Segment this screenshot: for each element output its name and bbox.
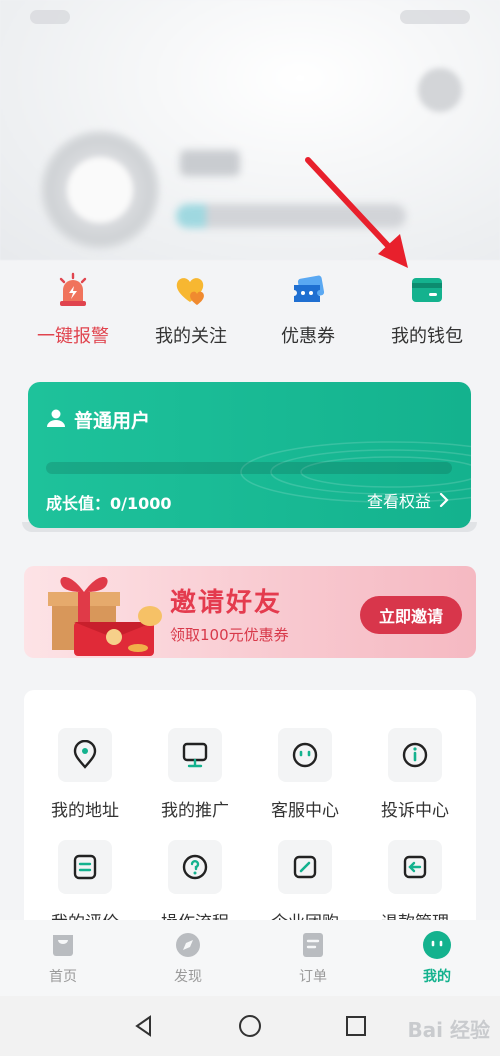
back-icon[interactable] — [132, 1014, 156, 1038]
heart-icon — [176, 278, 204, 305]
status-indicators-blur — [400, 10, 470, 24]
growth-progress-bar — [46, 462, 452, 474]
review-icon — [73, 854, 97, 880]
quick-coupon[interactable]: 优惠券 — [248, 272, 368, 348]
service-customer[interactable]: 客服中心 — [250, 728, 360, 821]
user-icon — [47, 409, 65, 427]
invite-now-button[interactable]: 立即邀请 — [360, 596, 462, 634]
view-rights-link[interactable]: 查看权益 — [367, 488, 449, 512]
quick-wallet-label: 我的钱包 — [391, 326, 463, 347]
quick-alarm-label: 一键报警 — [37, 326, 109, 347]
growth-value: 成长值：0/1000 — [46, 494, 172, 513]
bottom-nav: 首页 发现 订单 我的 — [0, 920, 500, 996]
nav-home-label: 首页 — [49, 969, 77, 985]
nav-mine-label: 我的 — [423, 969, 451, 985]
home-circle-icon[interactable] — [238, 1014, 262, 1038]
recents-icon[interactable] — [344, 1014, 368, 1038]
invite-banner[interactable]: 邀请好友 领取100元优惠券 立即邀请 — [24, 566, 476, 658]
location-icon — [73, 740, 97, 769]
service-icon — [292, 742, 318, 768]
discover-icon — [176, 933, 200, 957]
service-address[interactable]: 我的地址 — [30, 728, 140, 821]
chevron-right-icon — [439, 493, 449, 507]
view-rights-label: 查看权益 — [366, 492, 431, 511]
refund-icon — [403, 855, 427, 879]
service-complaint-label: 投诉中心 — [381, 801, 449, 821]
info-icon — [402, 742, 428, 768]
invite-title: 邀请好友 — [170, 588, 283, 618]
watermark: Bai 经验 — [407, 1018, 490, 1042]
service-promotion[interactable]: 我的推广 — [140, 728, 250, 821]
quick-follow-label: 我的关注 — [155, 326, 227, 347]
quick-alarm[interactable]: 一键报警 — [13, 272, 133, 348]
quick-coupon-label: 优惠券 — [281, 326, 335, 347]
member-level-title: 普通用户 — [74, 410, 151, 432]
nav-discover[interactable]: 发现 — [138, 930, 238, 986]
service-address-label: 我的地址 — [51, 801, 119, 821]
settings-icon[interactable] — [418, 68, 462, 112]
quick-follow[interactable]: 我的关注 — [131, 272, 251, 348]
monitor-icon — [182, 742, 208, 768]
invite-subtitle: 领取100元优惠券 — [170, 626, 289, 644]
service-complaint[interactable]: 投诉中心 — [360, 728, 470, 821]
order-icon — [303, 933, 323, 957]
status-bar — [0, 0, 500, 40]
question-icon — [182, 854, 208, 880]
nav-orders-label: 订单 — [299, 969, 327, 985]
quick-actions: 一键报警 我的关注 优惠券 我的钱包 — [0, 272, 500, 352]
quick-wallet[interactable]: 我的钱包 — [367, 272, 487, 348]
mine-icon — [423, 931, 451, 959]
avatar[interactable] — [40, 130, 160, 250]
services-panel: 我的地址 我的推广 客服中心 投诉中心 我的评价 操作流程 企业团购 退款管理 — [24, 690, 476, 950]
status-time-blur — [30, 10, 70, 24]
username-blur — [180, 150, 240, 176]
annotation-arrow-icon — [305, 157, 408, 268]
gift-icon — [48, 577, 162, 656]
nav-mine[interactable]: 我的 — [387, 930, 487, 986]
nav-orders[interactable]: 订单 — [263, 930, 363, 986]
member-card[interactable]: 普通用户 成长值：0/1000 查看权益 — [28, 382, 471, 528]
service-customer-label: 客服中心 — [271, 801, 339, 821]
alarm-icon — [59, 272, 87, 306]
edit-icon — [293, 855, 317, 879]
nav-discover-label: 发现 — [174, 969, 202, 985]
service-promotion-label: 我的推广 — [161, 801, 229, 821]
system-nav-bar: Bai 经验 — [0, 996, 500, 1056]
home-icon — [53, 935, 73, 956]
nav-home[interactable]: 首页 — [13, 930, 113, 986]
